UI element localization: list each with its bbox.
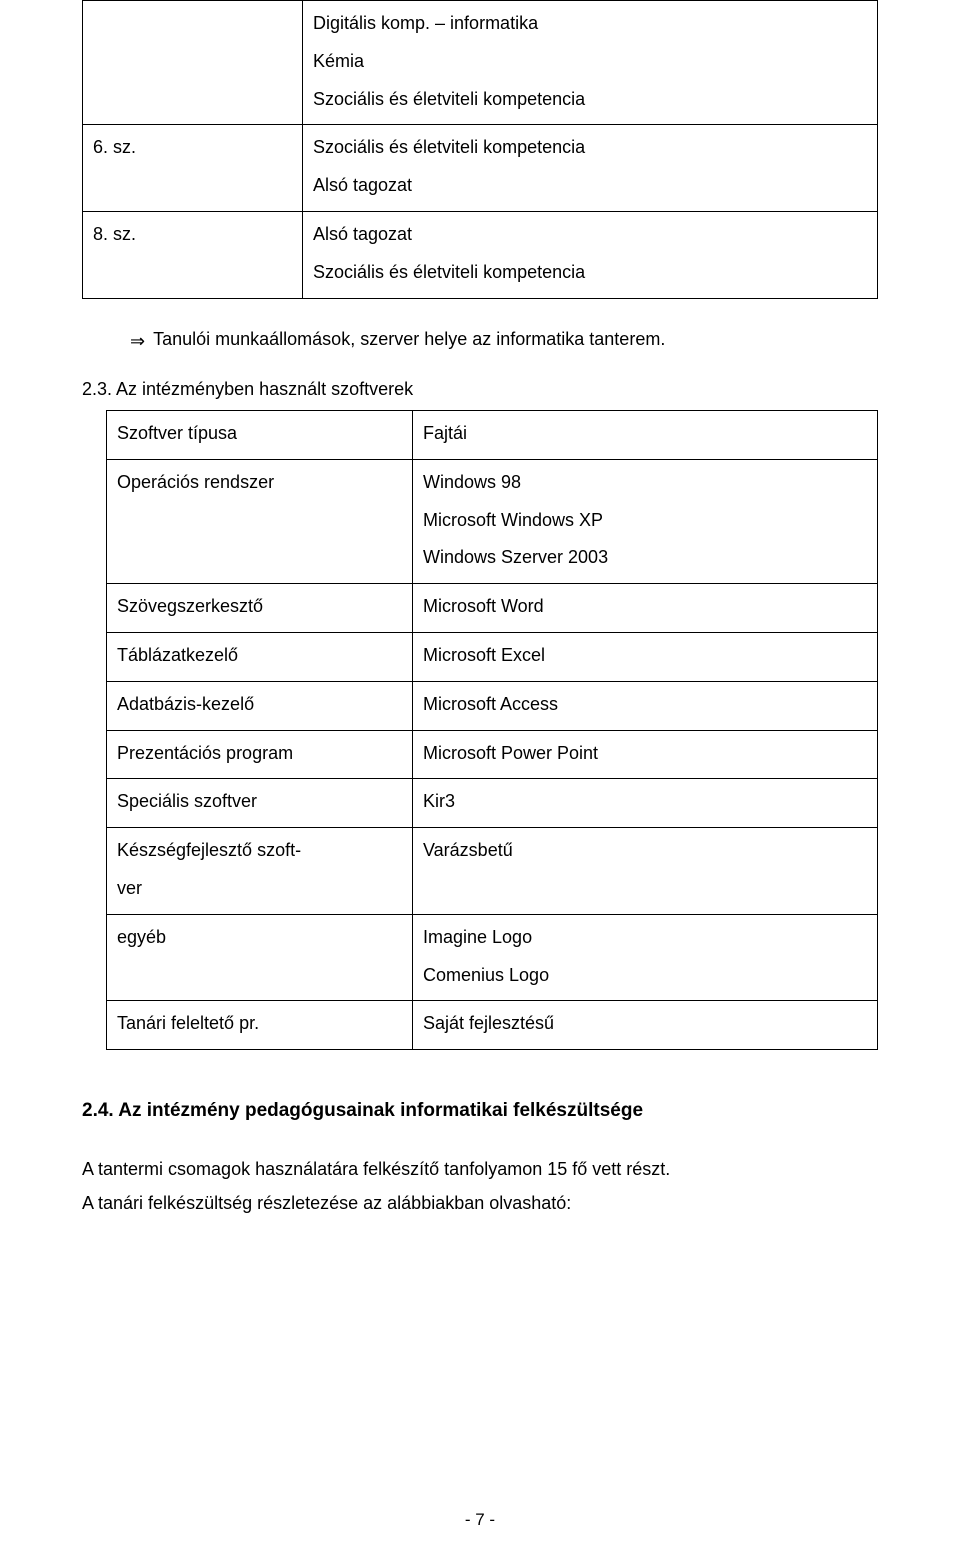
cell-line: Alsó tagozat bbox=[313, 216, 867, 254]
cell-line: Imagine Logo bbox=[423, 919, 867, 957]
cell: Saját fejlesztésű bbox=[413, 1001, 878, 1050]
table-row: 8. sz. Alsó tagozat Szociális és életvit… bbox=[83, 211, 878, 298]
arrow-note: ⇒ Tanulói munkaállomások, szerver helye … bbox=[82, 299, 878, 375]
cell: Microsoft Word bbox=[413, 584, 878, 633]
cell: Operációs rendszer bbox=[107, 459, 413, 583]
cell-line: Alsó tagozat bbox=[313, 167, 867, 205]
table-row: Prezentációs program Microsoft Power Poi… bbox=[107, 730, 878, 779]
cell: Táblázatkezelő bbox=[107, 632, 413, 681]
cell: Fajtái bbox=[413, 410, 878, 459]
cell: Imagine Logo Comenius Logo bbox=[413, 914, 878, 1001]
table-row: Készségfejlesztő szoft- ver Varázsbetű bbox=[107, 828, 878, 915]
cell: Tanári feleltető pr. bbox=[107, 1001, 413, 1050]
cell-right: Alsó tagozat Szociális és életviteli kom… bbox=[303, 211, 878, 298]
cell-line: Microsoft Windows XP bbox=[423, 502, 867, 540]
cell: Microsoft Power Point bbox=[413, 730, 878, 779]
cell-left: 8. sz. bbox=[83, 211, 303, 298]
cell-line: Digitális komp. – informatika bbox=[313, 5, 867, 43]
cell: Microsoft Excel bbox=[413, 632, 878, 681]
cell-left: 6. sz. bbox=[83, 125, 303, 212]
cell-line: Kémia bbox=[313, 43, 867, 81]
table-row: Tanári feleltető pr. Saját fejlesztésű bbox=[107, 1001, 878, 1050]
table-row: Operációs rendszer Windows 98 Microsoft … bbox=[107, 459, 878, 583]
cell: Adatbázis-kezelő bbox=[107, 681, 413, 730]
page-number: - 7 - bbox=[0, 1510, 960, 1530]
cell: Varázsbetű bbox=[413, 828, 878, 915]
table-row: Szövegszerkesztő Microsoft Word bbox=[107, 584, 878, 633]
cell: Szövegszerkesztő bbox=[107, 584, 413, 633]
arrow-text: Tanulói munkaállomások, szerver helye az… bbox=[153, 323, 665, 357]
cell-line: Szociális és életviteli kompetencia bbox=[313, 81, 867, 119]
software-table: Szoftver típusa Fajtái Operációs rendsze… bbox=[106, 410, 878, 1050]
body-paragraph: A tantermi csomagok használatára felkész… bbox=[82, 1152, 878, 1186]
cell-right: Szociális és életviteli kompetencia Alsó… bbox=[303, 125, 878, 212]
competency-table: Digitális komp. – informatika Kémia Szoc… bbox=[82, 0, 878, 299]
table-row: Táblázatkezelő Microsoft Excel bbox=[107, 632, 878, 681]
cell: Készségfejlesztő szoft- ver bbox=[107, 828, 413, 915]
section-2-4-heading: 2.4. Az intézmény pedagógusainak informa… bbox=[82, 1050, 878, 1152]
cell-right: Digitális komp. – informatika Kémia Szoc… bbox=[303, 1, 878, 125]
body-paragraph: A tanári felkészültség részletezése az a… bbox=[82, 1186, 878, 1220]
table-row: Szoftver típusa Fajtái bbox=[107, 410, 878, 459]
table-row: Speciális szoftver Kir3 bbox=[107, 779, 878, 828]
cell: Szoftver típusa bbox=[107, 410, 413, 459]
cell-line: Szociális és életviteli kompetencia bbox=[313, 129, 867, 167]
cell: Prezentációs program bbox=[107, 730, 413, 779]
cell: Kir3 bbox=[413, 779, 878, 828]
cell-line: Szociális és életviteli kompetencia bbox=[313, 254, 867, 292]
cell-left bbox=[83, 1, 303, 125]
cell: Speciális szoftver bbox=[107, 779, 413, 828]
cell-line: Windows Szerver 2003 bbox=[423, 539, 867, 577]
cell: Windows 98 Microsoft Windows XP Windows … bbox=[413, 459, 878, 583]
table-row: Adatbázis-kezelő Microsoft Access bbox=[107, 681, 878, 730]
cell: egyéb bbox=[107, 914, 413, 1001]
cell-line: Készségfejlesztő szoft- bbox=[117, 832, 402, 870]
cell: Microsoft Access bbox=[413, 681, 878, 730]
cell-line: ver bbox=[117, 870, 402, 908]
section-2-3-label: 2.3. Az intézményben használt szoftverek bbox=[82, 375, 878, 410]
table-row: Digitális komp. – informatika Kémia Szoc… bbox=[83, 1, 878, 125]
table-row: egyéb Imagine Logo Comenius Logo bbox=[107, 914, 878, 1001]
cell-line: Windows 98 bbox=[423, 464, 867, 502]
double-arrow-icon: ⇒ bbox=[130, 323, 145, 357]
cell-line: Comenius Logo bbox=[423, 957, 867, 995]
table-row: 6. sz. Szociális és életviteli kompetenc… bbox=[83, 125, 878, 212]
